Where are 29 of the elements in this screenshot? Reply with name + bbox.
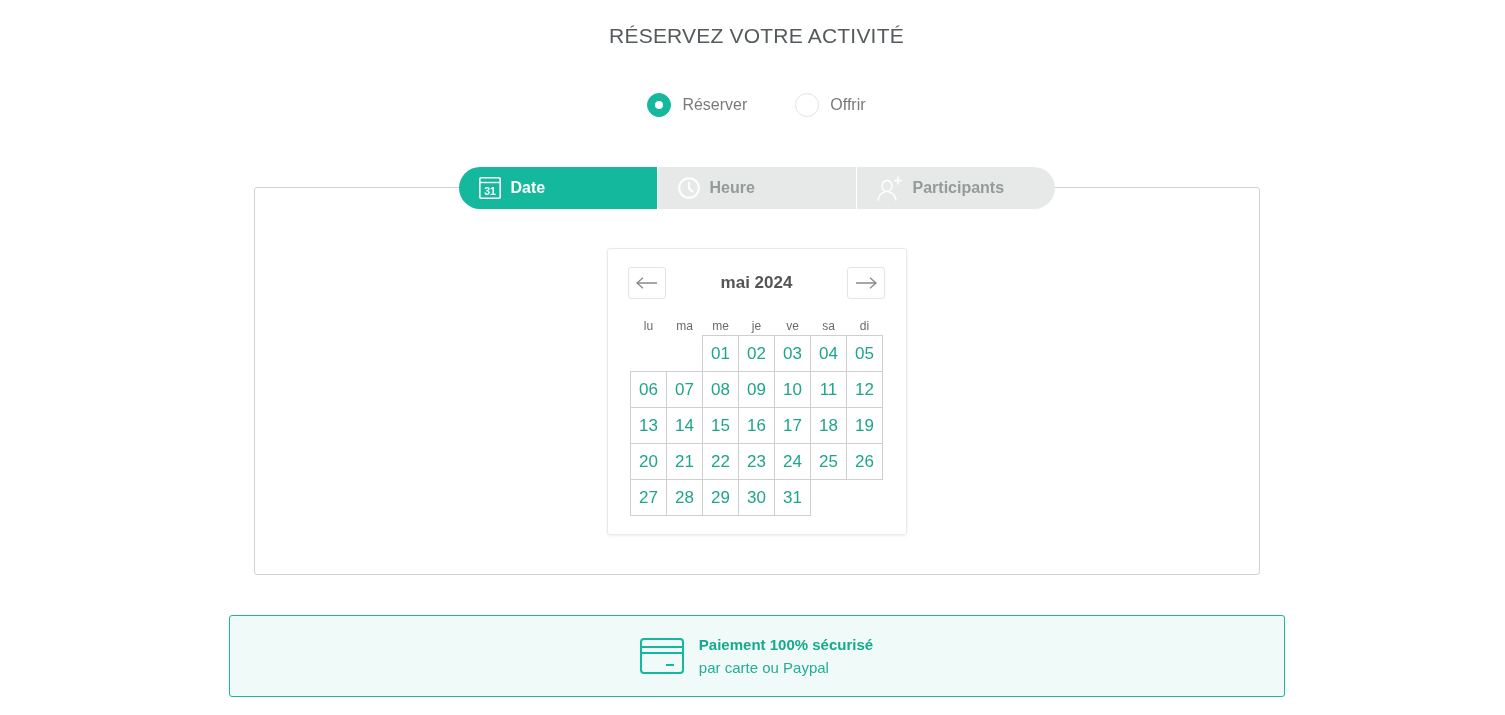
weekday-label: di: [858, 318, 871, 334]
previous-month-button[interactable]: [628, 267, 666, 299]
calendar-day[interactable]: 05: [846, 335, 883, 372]
weekday-label: ma: [675, 318, 694, 334]
calendar-day[interactable]: 27: [630, 479, 667, 516]
next-month-button[interactable]: [847, 267, 885, 299]
weekday-label: me: [711, 318, 730, 334]
credit-card-icon: [639, 638, 684, 674]
step-tab[interactable]: Participants: [856, 167, 1055, 209]
weekday-label: lu: [642, 318, 655, 334]
step-tab[interactable]: Heure: [657, 167, 856, 209]
calendar-icon: 31: [478, 177, 501, 199]
clock-icon: [677, 177, 700, 199]
calendar-day[interactable]: 31: [774, 479, 811, 516]
weekday-label: ve: [785, 318, 800, 334]
weekday-label: je: [750, 318, 763, 334]
person-add-icon: [876, 175, 903, 201]
radio-label[interactable]: Offrir: [830, 96, 866, 114]
radio-label[interactable]: Réserver: [682, 96, 748, 114]
weekday-label: sa: [821, 318, 836, 334]
payment-title: Paiement 100% sécurisé: [698, 634, 874, 655]
payment-subtitle: par carte ou Paypal: [698, 657, 830, 678]
arrow-right-icon: [855, 277, 877, 289]
radio-button[interactable]: [647, 93, 672, 117]
arrow-left-icon: [636, 277, 658, 289]
page-title: RÉSERVEZ VOTRE ACTIVITÉ: [609, 23, 904, 49]
calendar-day[interactable]: 26: [846, 443, 883, 480]
step-tab[interactable]: 31 Date: [458, 167, 657, 209]
month-title: mai 2024: [720, 273, 793, 293]
